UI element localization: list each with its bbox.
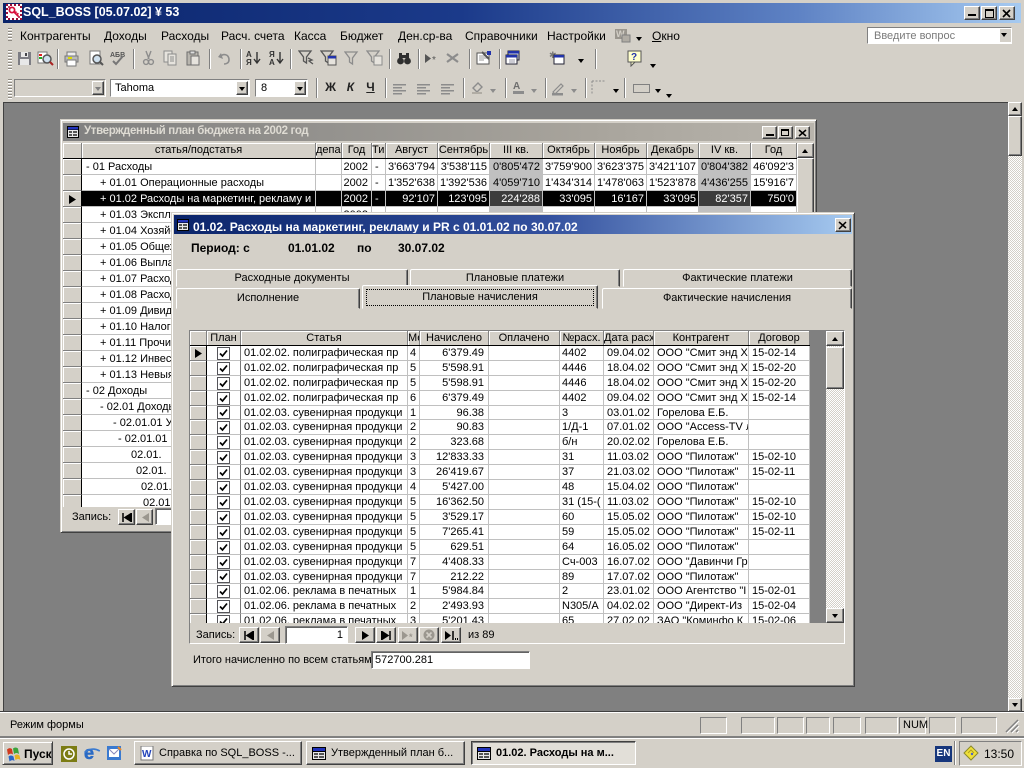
svg-text:W: W xyxy=(142,749,152,760)
svg-text:e: e xyxy=(84,743,94,763)
svg-text:*: * xyxy=(409,632,413,640)
